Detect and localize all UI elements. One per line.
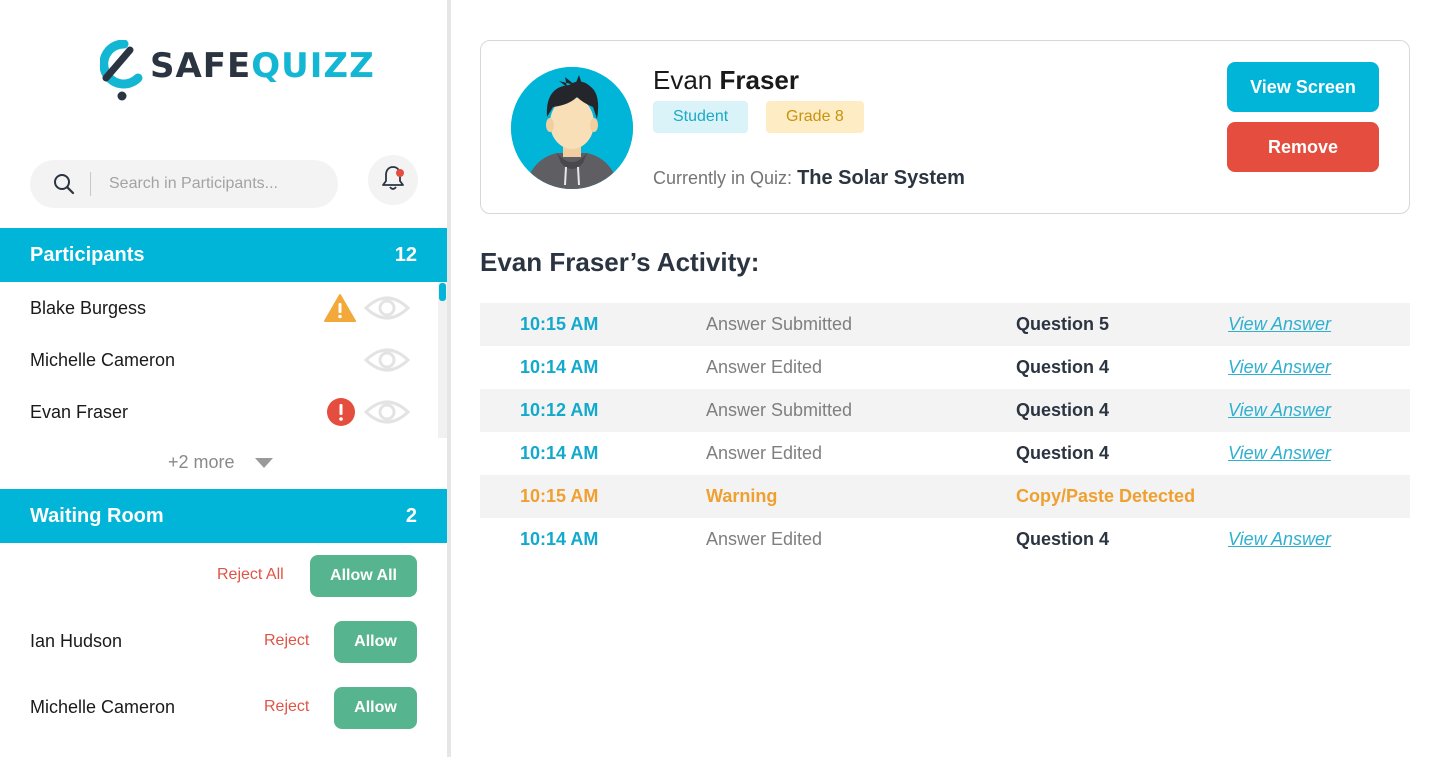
search-divider xyxy=(90,172,91,196)
activity-action: Answer Edited xyxy=(706,529,823,549)
bell-icon xyxy=(380,164,406,197)
activity-action: Answer Submitted xyxy=(706,400,853,420)
activity-row: 10:14 AM Answer Edited Question 4 View A… xyxy=(480,346,1410,389)
waiting-room-count: 2 xyxy=(405,504,417,527)
view-answer-link[interactable]: View Answer xyxy=(1228,400,1331,421)
allow-button[interactable]: Allow xyxy=(334,687,417,729)
current-quiz-label: Currently in Quiz: xyxy=(653,168,793,188)
activity-action: Answer Edited xyxy=(706,443,823,463)
waiting-room-header[interactable]: Waiting Room 2 xyxy=(0,489,447,543)
current-quiz: Currently in Quiz: The Solar System xyxy=(653,167,965,190)
role-badge: Student xyxy=(653,101,749,133)
logo-wordmark: SAFEQUIZZ xyxy=(150,46,375,86)
activity-row: 10:12 AM Answer Submitted Question 4 Vie… xyxy=(480,389,1410,432)
activity-time: 10:14 AM xyxy=(520,443,599,463)
participant-name: Blake Burgess xyxy=(30,297,147,318)
logo[interactable]: SAFEQUIZZ xyxy=(99,39,375,102)
participant-name: Evan Fraser xyxy=(30,401,129,422)
activity-target: Question 5 xyxy=(1016,314,1110,334)
sidebar-divider xyxy=(447,0,451,757)
eye-icon[interactable] xyxy=(363,345,411,375)
activity-target: Question 4 xyxy=(1016,443,1110,463)
warning-icon xyxy=(324,293,356,323)
participants-scrollbar[interactable] xyxy=(438,282,447,438)
participants-title: Participants xyxy=(30,243,145,266)
show-more-participants[interactable]: +2 more xyxy=(168,452,273,473)
activity-time: 10:15 AM xyxy=(520,314,599,334)
activity-time: 10:12 AM xyxy=(520,400,599,420)
last-name: Fraser xyxy=(719,65,800,95)
view-answer-link[interactable]: View Answer xyxy=(1228,529,1331,550)
activity-row: 10:15 AM Answer Submitted Question 5 Vie… xyxy=(480,303,1410,346)
chevron-down-icon xyxy=(254,457,273,468)
activity-title: Evan Fraser’s Activity: xyxy=(480,247,760,277)
participants-header[interactable]: Participants 12 xyxy=(0,228,447,282)
first-name: Evan xyxy=(653,65,713,95)
view-answer-link[interactable]: View Answer xyxy=(1228,357,1331,378)
activity-target: Copy/Paste Detected xyxy=(1016,486,1196,506)
activity-action: Warning xyxy=(706,486,778,506)
sidebar: SAFEQUIZZ Participants 12 Blake Burgess xyxy=(0,0,447,757)
activity-row: 10:14 AM Answer Edited Question 4 View A… xyxy=(480,432,1410,475)
participant-row[interactable]: Blake Burgess xyxy=(0,282,438,334)
participant-row[interactable]: Evan Fraser xyxy=(0,386,438,438)
waiting-participant-name: Ian Hudson xyxy=(30,631,123,651)
reject-button[interactable]: Reject xyxy=(264,698,309,716)
participant-profile-card: Evan Fraser Student Grade 8 Currently in… xyxy=(480,40,1410,214)
participants-scroll-thumb[interactable] xyxy=(439,283,446,301)
waiting-participant-name: Michelle Cameron xyxy=(30,697,176,717)
activity-time: 10:14 AM xyxy=(520,529,599,549)
remove-button[interactable]: Remove xyxy=(1227,122,1379,172)
eye-icon[interactable] xyxy=(363,397,411,427)
allow-all-button[interactable]: Allow All xyxy=(310,555,417,597)
view-screen-button[interactable]: View Screen xyxy=(1227,62,1379,112)
waiting-room-title: Waiting Room xyxy=(30,504,164,527)
activity-target: Question 4 xyxy=(1016,529,1110,549)
participant-row[interactable]: Michelle Cameron xyxy=(0,334,438,386)
activity-target: Question 4 xyxy=(1016,400,1110,420)
activity-time: 10:14 AM xyxy=(520,357,599,377)
view-answer-link[interactable]: View Answer xyxy=(1228,443,1331,464)
current-quiz-name: The Solar System xyxy=(797,167,965,189)
view-answer-link[interactable]: View Answer xyxy=(1228,314,1331,335)
activity-target: Question 4 xyxy=(1016,357,1110,377)
participant-name: Michelle Cameron xyxy=(30,349,176,370)
activity-action: Answer Edited xyxy=(706,357,823,377)
participant-full-name: Evan Fraser xyxy=(653,65,799,96)
error-icon xyxy=(324,397,356,427)
participant-search xyxy=(30,160,338,208)
logo-text-safe: SAFE xyxy=(150,46,252,86)
activity-row: 10:14 AM Answer Edited Question 4 View A… xyxy=(480,518,1410,561)
grade-badge: Grade 8 xyxy=(766,101,864,133)
eye-icon[interactable] xyxy=(363,293,411,323)
reject-button[interactable]: Reject xyxy=(264,632,309,650)
avatar xyxy=(511,67,633,189)
notifications-button[interactable] xyxy=(368,155,418,205)
show-more-label: +2 more xyxy=(168,452,235,472)
activity-time: 10:15 AM xyxy=(520,486,599,506)
allow-button[interactable]: Allow xyxy=(334,621,417,663)
activity-action: Answer Submitted xyxy=(706,314,853,334)
logo-icon xyxy=(99,39,148,102)
activity-table: 10:15 AM Answer Submitted Question 5 Vie… xyxy=(480,303,1410,561)
search-input[interactable] xyxy=(109,175,309,193)
activity-row-warning: 10:15 AM Warning Copy/Paste Detected xyxy=(480,475,1410,518)
search-icon[interactable] xyxy=(52,172,76,196)
logo-text-quizz: QUIZZ xyxy=(251,46,375,86)
participants-count: 12 xyxy=(394,243,417,266)
reject-all-button[interactable]: Reject All xyxy=(217,566,284,584)
